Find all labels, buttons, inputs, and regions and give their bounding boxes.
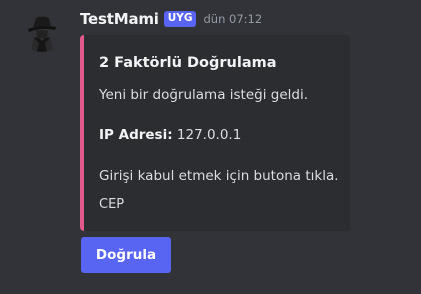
ip-address-line: IP Adresi: 127.0.0.1: [99, 127, 241, 143]
timestamp[interactable]: dün 07:12: [203, 12, 262, 26]
embed-description: Yeni bir doğrulama isteği geldi.: [99, 87, 308, 103]
chat-message: TestMami UYG dün 07:12 2 Faktörlü Doğrul…: [0, 0, 421, 294]
ip-address-value: 127.0.0.1: [176, 127, 242, 143]
ip-address-label: IP Adresi:: [99, 127, 173, 143]
embed-title: 2 Faktörlü Doğrulama: [99, 55, 277, 71]
embed-instruction: Girişi kabul etmek için butona tıkla.: [99, 168, 339, 184]
embed-card: 2 Faktörlü Doğrulama Yeni bir doğrulama …: [80, 35, 350, 231]
avatar[interactable]: [22, 12, 62, 52]
verify-button[interactable]: Doğrula: [81, 237, 171, 273]
app-tag-badge: UYG: [163, 11, 197, 27]
username[interactable]: TestMami: [80, 10, 159, 28]
embed-footer-text: CEP: [99, 197, 125, 212]
spy-agent-icon: [22, 12, 62, 52]
message-header: TestMami UYG dün 07:12: [80, 8, 262, 30]
